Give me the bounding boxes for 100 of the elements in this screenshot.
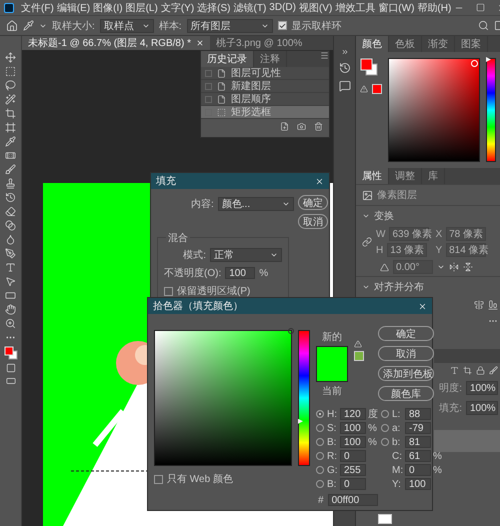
value-field[interactable]: 100 [405, 478, 431, 490]
dialog-button[interactable]: 确定 [298, 195, 328, 210]
panel-tab[interactable]: 属性 [356, 168, 389, 184]
app-logo-icon[interactable] [4, 2, 14, 12]
value-field[interactable]: 255 [340, 464, 366, 476]
marquee-icon[interactable] [5, 66, 16, 77]
mode-select[interactable]: 正常 [210, 248, 282, 262]
value-field[interactable]: 78 像素 [446, 227, 486, 241]
menu-item[interactable]: 3D(D) [269, 2, 296, 13]
menu-item[interactable]: 图像(I) [93, 0, 123, 14]
color-field[interactable] [388, 58, 480, 162]
document-tab[interactable]: 未标题-1 @ 66.7% (图层 4, RGB/8) * [22, 36, 210, 50]
opacity-select[interactable]: 100% [466, 381, 498, 395]
hand-icon[interactable] [5, 304, 16, 315]
value-field[interactable]: 120 [340, 408, 366, 420]
new-document-icon[interactable] [280, 122, 289, 131]
rectangle-icon[interactable] [5, 290, 16, 301]
caret-icon[interactable] [270, 251, 278, 259]
dialog-button[interactable]: 取消 [378, 346, 434, 361]
chevron-icon[interactable] [362, 283, 370, 291]
value-field[interactable]: 61 [405, 450, 431, 462]
checkbox[interactable] [154, 474, 163, 484]
checkbox[interactable] [278, 21, 287, 30]
menu-item[interactable]: 窗口(W) [378, 0, 414, 14]
radio-button[interactable] [316, 410, 324, 418]
color-swatches-icon[interactable] [360, 58, 378, 76]
menu-item[interactable]: 增效工具 [335, 0, 376, 14]
screen-mode-icon[interactable] [6, 376, 16, 386]
content-select[interactable]: 颜色... [218, 197, 294, 211]
menu-item[interactable]: 帮助(H) [417, 0, 452, 14]
gamut-swatch[interactable] [354, 351, 364, 361]
flip-vertical-icon[interactable] [463, 262, 473, 272]
color-swatches-icon[interactable] [4, 346, 18, 360]
gamut-swatch[interactable] [372, 84, 382, 94]
history-icon[interactable] [338, 62, 350, 74]
color-field[interactable] [154, 330, 292, 466]
magic-wand-icon[interactable] [5, 94, 16, 105]
chevron-icon[interactable] [362, 212, 370, 220]
pen-icon[interactable] [5, 248, 16, 259]
checkbox[interactable] [164, 286, 173, 296]
menu-item[interactable]: 视图(V) [298, 0, 332, 14]
radio-button[interactable] [316, 424, 324, 432]
panel-tab[interactable]: 历史记录 [201, 51, 254, 67]
slider-thumb[interactable] [486, 57, 491, 62]
droplet-icon[interactable] [5, 234, 16, 245]
eyedropper-icon[interactable] [23, 20, 34, 31]
value-field[interactable]: 0 [340, 450, 366, 462]
radio-button[interactable] [381, 438, 389, 446]
history-item[interactable]: 矩形选框 [201, 106, 329, 119]
menu-item[interactable]: 编辑(E) [56, 0, 90, 14]
history-item[interactable]: 图层顺序 [201, 93, 329, 106]
fill-select[interactable]: 100% [466, 401, 498, 415]
caret-icon[interactable] [282, 200, 290, 208]
lock-icon[interactable] [476, 366, 485, 375]
value-field[interactable]: 88 [405, 408, 431, 420]
value-field[interactable]: 0 [340, 478, 366, 490]
menu-item[interactable]: 选择(S) [197, 0, 230, 14]
crop-icon[interactable] [463, 366, 472, 375]
move-icon[interactable] [5, 52, 16, 63]
history-brush-icon[interactable] [5, 192, 16, 203]
align-icon[interactable] [474, 300, 484, 310]
menu-item[interactable]: 滤镜(T) [234, 0, 266, 14]
bandage-icon[interactable] [5, 150, 16, 161]
close-icon[interactable] [196, 39, 204, 47]
hex-field[interactable]: 00ff00 [328, 494, 378, 506]
panel-tab[interactable]: 颜色 [356, 36, 389, 52]
comment-icon[interactable] [338, 80, 350, 92]
sample-size-select[interactable]: 取样点 [100, 18, 154, 32]
value-field[interactable]: 814 像素 [446, 243, 486, 257]
home-icon[interactable] [6, 20, 18, 32]
brush-icon[interactable] [489, 366, 498, 375]
radio-button[interactable] [316, 438, 324, 446]
menu-icon[interactable] [320, 51, 329, 60]
dialog-button[interactable]: 确定 [378, 326, 434, 341]
close-icon[interactable] [315, 176, 324, 186]
dialog-button[interactable]: 添加到色板 [378, 366, 434, 381]
caret-icon[interactable] [437, 263, 445, 271]
type-icon[interactable] [450, 366, 459, 375]
link-icon[interactable] [362, 237, 372, 247]
pointer-icon[interactable] [5, 276, 16, 287]
angle-field[interactable]: 0.00° [393, 260, 433, 274]
eyedropper-icon[interactable] [5, 136, 16, 147]
slider-thumb[interactable] [298, 418, 303, 424]
close-icon[interactable] [418, 302, 427, 310]
value-field[interactable]: 81 [405, 436, 431, 448]
menu-item[interactable]: 文字(Y) [160, 0, 194, 14]
sample-select[interactable]: 所有图层 [186, 18, 273, 32]
trash-icon[interactable] [314, 122, 323, 131]
stamp-icon[interactable] [5, 178, 16, 189]
crop-icon[interactable] [5, 108, 16, 119]
opacity-field[interactable]: 100 [225, 267, 256, 279]
value-field[interactable]: 13 像素 [387, 243, 428, 257]
type-icon[interactable] [5, 262, 16, 273]
search-icon[interactable] [478, 20, 490, 31]
camera-icon[interactable] [297, 122, 306, 131]
value-field[interactable]: -79 [405, 422, 431, 434]
history-item[interactable]: 新建图层 [201, 80, 329, 93]
radio-button[interactable] [381, 424, 389, 432]
frame-icon[interactable] [5, 122, 16, 133]
menu-item[interactable]: 图层(L) [126, 0, 158, 14]
